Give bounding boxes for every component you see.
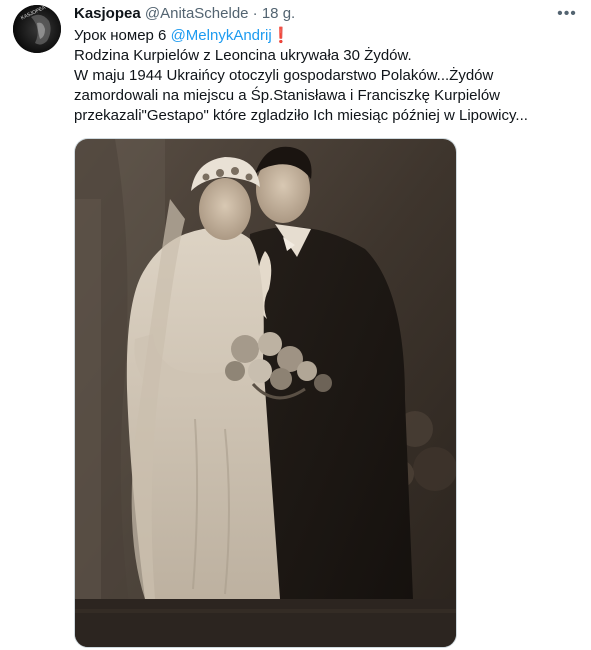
author-display-name[interactable]: Kasjopea: [74, 5, 141, 22]
tweet-text-line-5: przekazali"Gestapo" które zgladziło Ich …: [74, 107, 528, 124]
tweet-text-line-1: Урок номер 6 @MelnykAndrij❗: [74, 26, 574, 46]
avatar-image: KASJOPEA: [13, 5, 61, 53]
tweet-photo[interactable]: [74, 138, 457, 648]
lesson-label: Урок номер 6: [74, 27, 171, 44]
author-handle[interactable]: @AnitaSchelde: [145, 5, 249, 22]
more-options-icon[interactable]: •••: [555, 6, 579, 22]
author-avatar[interactable]: KASJOPEA: [13, 5, 61, 53]
header-separator: ·: [252, 5, 258, 22]
mention-link[interactable]: @MelnykAndrij: [171, 27, 272, 44]
tweet-text-line-2: Rodzina Kurpielów z Leoncina ukrywała 30…: [74, 47, 412, 64]
tweet-header: Kasjopea @AnitaSchelde · 18 g.: [74, 4, 551, 24]
tweet-text: Урок номер 6 @MelnykAndrij❗ Rodzina Kurp…: [74, 26, 574, 126]
tweet-text-line-3: W maju 1944 Ukraińcy otoczyli gospodarst…: [74, 67, 494, 84]
tweet-text-line-4: zamordowali na miejscu a Śp.Stanisława i…: [74, 87, 501, 104]
exclamation-icon: ❗: [271, 27, 291, 44]
tweet: KASJOPEA Kasjopea @AnitaSchelde · 18 g. …: [0, 0, 591, 650]
wedding-portrait-image: [75, 139, 456, 647]
tweet-timestamp[interactable]: 18 g.: [262, 5, 295, 22]
